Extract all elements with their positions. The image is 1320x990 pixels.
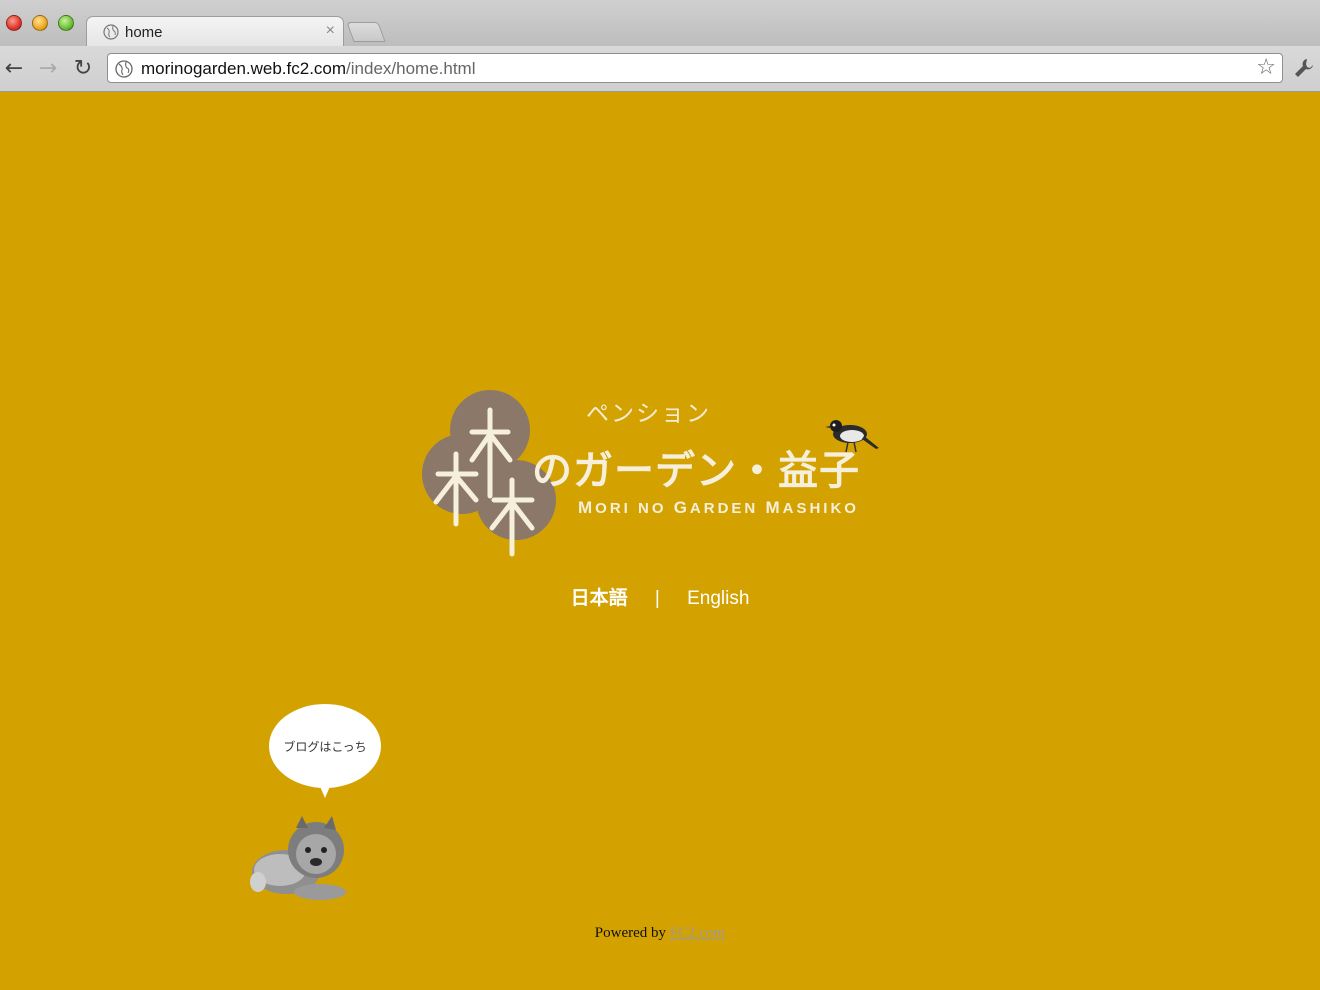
star-icon[interactable]: ☆	[1256, 55, 1276, 80]
powered-by-text: Powered by	[594, 925, 667, 941]
logo-title: のガーデン・益子	[532, 449, 860, 493]
logo-roman-rest: ORI	[595, 500, 631, 517]
language-separator: |	[654, 588, 660, 609]
toolbar: ← → ↻ morinogarden.web.fc2.com/index/hom…	[0, 46, 1320, 92]
globe-icon	[115, 60, 133, 78]
close-icon[interactable]: ×	[326, 22, 335, 40]
new-tab-button[interactable]	[346, 22, 386, 42]
japanese-link[interactable]: 日本語	[571, 583, 628, 610]
footer: Powered by FC2.com	[0, 925, 1320, 942]
logo-roman-initial: G	[673, 498, 690, 517]
wrench-icon[interactable]	[1292, 56, 1316, 80]
fc2-link[interactable]: FC2.com	[670, 925, 725, 941]
logo-subtitle: ペンション	[586, 400, 711, 426]
browser-chrome: home × ← → ↻ morinogarden.web.fc2.com/in…	[0, 0, 1320, 92]
tab-strip: home ×	[0, 0, 1320, 46]
logo-roman-rest: NO	[638, 500, 667, 517]
page-content: ペンション のガーデン・益子 MORI NO GARDEN MASHIKO 日本…	[0, 92, 1320, 990]
english-link[interactable]: English	[687, 588, 749, 610]
globe-icon	[103, 24, 119, 40]
minimize-window-button[interactable]	[32, 15, 48, 31]
reload-icon[interactable]: ↻	[70, 56, 96, 82]
dog-icon[interactable]	[250, 812, 350, 902]
url-host: morinogarden.web.fc2.com	[141, 59, 347, 78]
speech-bubble-tail	[319, 784, 331, 798]
logo-roman-rest: ASHIKO	[782, 500, 859, 517]
zoom-window-button[interactable]	[58, 15, 74, 31]
address-bar[interactable]: morinogarden.web.fc2.com/index/home.html…	[107, 53, 1283, 83]
logo-roman-title: MORI NO GARDEN MASHIKO	[578, 498, 859, 518]
language-selector: 日本語 | English	[0, 583, 1320, 610]
logo-roman-initial: M	[578, 498, 596, 517]
url-path: /index/home.html	[346, 59, 476, 78]
tab-title: home	[125, 24, 163, 41]
close-window-button[interactable]	[6, 15, 22, 31]
forward-arrow-icon[interactable]: →	[35, 56, 61, 82]
logo-roman-rest: ARDEN	[689, 500, 759, 517]
blog-link[interactable]: ブログはこっち	[269, 738, 381, 755]
back-arrow-icon[interactable]: ←	[1, 56, 27, 82]
tab-home[interactable]: home ×	[86, 16, 344, 46]
bird-icon	[825, 420, 879, 453]
site-logo[interactable]: ペンション のガーデン・益子 MORI NO GARDEN MASHIKO	[420, 388, 890, 558]
url-text[interactable]: morinogarden.web.fc2.com/index/home.html	[141, 59, 476, 79]
logo-roman-initial: M	[765, 498, 783, 517]
